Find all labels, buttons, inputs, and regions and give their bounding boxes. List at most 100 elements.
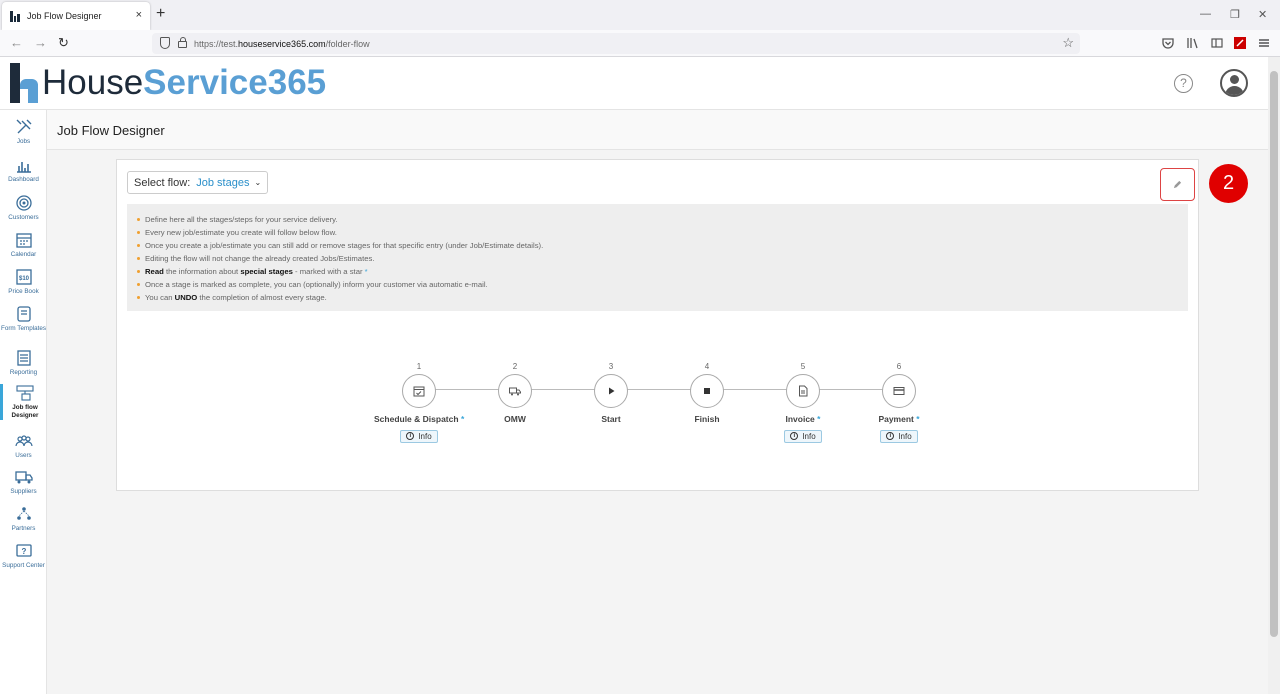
stage-name: Finish [694, 414, 720, 424]
sidebar-item-jobs[interactable]: Jobs [0, 118, 47, 146]
stage-node[interactable] [882, 374, 916, 408]
stage-name: Payment * [878, 414, 920, 424]
document-icon [799, 385, 808, 397]
sidebar-item-price-book[interactable]: $10 Price Book [0, 268, 47, 296]
pencil-icon [1173, 180, 1182, 189]
stage-finish: 4 Finish [662, 362, 752, 424]
stage-node[interactable] [594, 374, 628, 408]
info-line: Read the information about special stage… [137, 265, 1188, 278]
pocket-icon[interactable] [1162, 37, 1174, 49]
reload-icon[interactable]: ↻ [58, 35, 69, 51]
stage-payment: 6 Payment * i Info [854, 362, 944, 443]
info-icon: i [406, 432, 415, 440]
info-line: Once you create a job/estimate you can s… [137, 239, 1188, 252]
scrollbar-thumb[interactable] [1270, 71, 1278, 637]
stage-name: Start [601, 414, 621, 424]
truck-icon [509, 387, 521, 396]
sidebar-item-label: Form Templates [0, 325, 47, 332]
bookmark-star-icon[interactable]: ☆ [1062, 35, 1074, 51]
chevron-down-icon: ⌄ [254, 178, 262, 187]
target-icon [15, 195, 32, 211]
select-flow-value: Job stages [196, 176, 250, 189]
stage-info-button[interactable]: i Info [400, 429, 438, 443]
back-arrow-icon[interactable]: ← [10, 35, 23, 51]
sidebar-toggle-icon[interactable] [1211, 37, 1223, 49]
info-line: Define here all the stages/steps for you… [137, 213, 1188, 226]
tracking-shield-icon[interactable] [160, 37, 170, 49]
stage-node[interactable] [690, 374, 724, 408]
library-icon[interactable] [1187, 37, 1199, 49]
info-line: Once a stage is marked as complete, you … [137, 278, 1188, 291]
sidebar-item-job-flow-designer[interactable]: Job flow Designer [0, 384, 47, 420]
card-icon [893, 387, 905, 395]
info-line: Editing the flow will not change the alr… [137, 252, 1188, 265]
browser-tab[interactable]: Job Flow Designer × [2, 2, 150, 30]
stage-invoice: 5 Invoice * i Info [758, 362, 848, 443]
sidebar-item-customers[interactable]: Customers [0, 194, 47, 222]
sidebar-item-suppliers[interactable]: Suppliers [0, 468, 47, 496]
houseservice365-logo[interactable]: HouseService365 [6, 63, 326, 103]
sidebar-item-label: Suppliers [10, 488, 37, 495]
sidebar-item-dashboard[interactable]: Dashboard [0, 156, 47, 184]
close-window-icon[interactable]: ✕ [1258, 8, 1267, 21]
sidebar-item-label: Calendar [10, 251, 37, 258]
lock-icon[interactable] [178, 37, 187, 48]
users-icon [14, 435, 33, 447]
sidebar-item-support-center[interactable]: ? Support Center [0, 542, 47, 570]
sidebar-item-label: Reporting [9, 369, 38, 376]
stage-node[interactable] [498, 374, 532, 408]
menu-icon[interactable] [1258, 37, 1270, 49]
help-icon[interactable]: ? [1174, 74, 1193, 93]
new-tab-button[interactable]: + [156, 5, 165, 23]
restore-window-icon[interactable]: ❐ [1230, 8, 1240, 21]
info-line: You can UNDO the completion of almost ev… [137, 291, 1188, 304]
minimize-window-icon[interactable]: — [1200, 8, 1211, 20]
forward-arrow-icon[interactable]: → [34, 35, 47, 51]
form-icon [16, 306, 31, 322]
logo-text: HouseService365 [42, 63, 327, 102]
stage-name: OMW [504, 414, 526, 424]
stage-start: 3 Start [566, 362, 656, 424]
sidebar-item-partners[interactable]: Partners [0, 505, 47, 533]
stage-number: 6 [896, 362, 902, 371]
partners-icon [16, 507, 31, 520]
user-avatar-icon[interactable] [1220, 69, 1248, 97]
sidebar: Jobs Dashboard Customers Calendar $10 Pr… [0, 110, 47, 694]
sidebar-item-users[interactable]: Users [0, 432, 47, 460]
select-flow-dropdown[interactable]: Select flow: Job stages ⌄ [127, 171, 269, 194]
info-box: Define here all the stages/steps for you… [127, 204, 1188, 311]
svg-text:$10: $10 [18, 276, 29, 282]
truck-icon [14, 471, 33, 484]
calendar-icon [15, 233, 32, 248]
stage-omw: 2 OMW [470, 362, 560, 424]
sidebar-item-calendar[interactable]: Calendar [0, 231, 47, 259]
page-scrollbar[interactable] [1268, 57, 1280, 694]
play-icon [609, 387, 615, 395]
url-host: houseservice365.com [238, 38, 326, 49]
sidebar-item-label: Dashboard [8, 176, 39, 183]
stage-info-button[interactable]: i Info [880, 429, 918, 443]
stage-node[interactable] [786, 374, 820, 408]
stop-icon [704, 388, 710, 394]
bar-chart-icon [16, 162, 31, 173]
sidebar-item-label: Users [15, 452, 32, 459]
stage-number: 3 [608, 362, 614, 371]
sidebar-item-reporting[interactable]: Reporting [0, 349, 47, 377]
support-icon: ? [15, 544, 32, 557]
edit-flow-button[interactable] [1160, 168, 1195, 201]
stage-name: Schedule & Dispatch * [374, 414, 465, 424]
sidebar-item-label: Customers [8, 214, 39, 221]
extension-icon[interactable] [1234, 37, 1246, 49]
stage-schedule-dispatch: 1 Schedule & Dispatch * i Info [374, 362, 464, 443]
sidebar-item-label: Price Book [8, 288, 39, 295]
tab-close-icon[interactable]: × [136, 9, 142, 21]
address-bar[interactable]: https://test. houseservice365.com/folder-… [152, 33, 1080, 54]
url-prefix: https://test. [194, 38, 239, 49]
stage-node[interactable] [402, 374, 436, 408]
sidebar-item-form-templates[interactable]: Form Templates [0, 305, 47, 333]
stage-number: 4 [704, 362, 710, 371]
tab-title: Job Flow Designer [27, 11, 102, 21]
select-flow-label: Select flow: [134, 176, 191, 189]
sidebar-item-label: Job flow Designer [11, 404, 39, 419]
stage-info-button[interactable]: i Info [784, 429, 822, 443]
